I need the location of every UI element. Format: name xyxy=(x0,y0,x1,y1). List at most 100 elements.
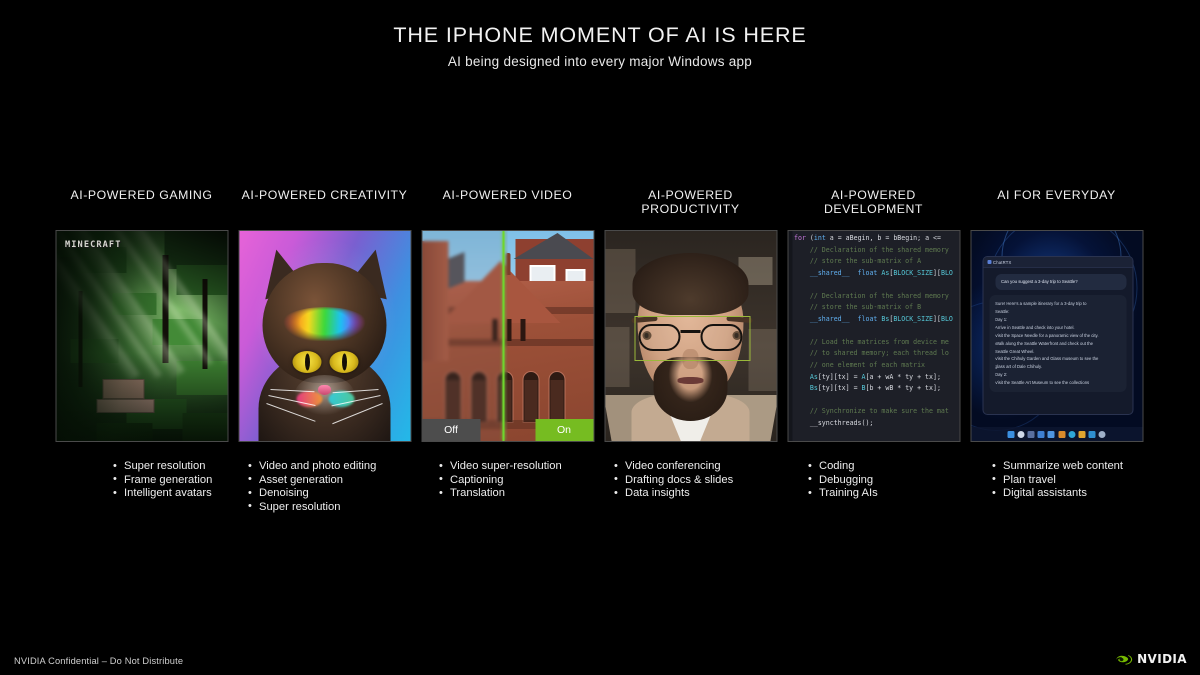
chat-window[interactable]: ChatRTX Can you suggest a 3-day trip to … xyxy=(982,256,1133,415)
title-block: THE IPHONE MOMENT OF AI IS HERE AI being… xyxy=(0,22,1200,69)
list-item: Coding xyxy=(808,460,998,474)
list-item: Translation xyxy=(439,487,639,501)
chat-line: Day 2: xyxy=(995,372,1008,378)
settings-icon xyxy=(1098,430,1106,438)
windows-desktop: ChatRTX Can you suggest a 3-day trip to … xyxy=(971,231,1142,441)
folder-icon xyxy=(1058,430,1066,438)
list-item: Data insights xyxy=(614,487,814,501)
cat-head xyxy=(262,263,387,425)
list-item: Training AIs xyxy=(808,487,998,501)
list-item: Video and photo editing xyxy=(248,460,448,474)
chat-line: Sure! Here's a sample itinerary for a 3-… xyxy=(995,301,1087,307)
slide-canvas: THE IPHONE MOMENT OF AI IS HERE AI being… xyxy=(0,0,1200,675)
list-item: Video super-resolution xyxy=(439,460,639,474)
chat-app-icon xyxy=(987,260,991,264)
hair xyxy=(632,253,749,315)
column-heading-everyday: AI FOR EVERYDAY xyxy=(997,188,1116,202)
cat-eye-left xyxy=(292,351,322,373)
bullet-list-productivity: Video conferencing Drafting docs & slide… xyxy=(614,460,814,501)
column-creativity: AI-POWERED CREATIVITY • Video and photo … xyxy=(234,188,415,513)
task-view-icon xyxy=(1027,430,1035,438)
nvidia-eye-icon xyxy=(1116,654,1133,665)
page-subtitle: AI being designed into every major Windo… xyxy=(447,53,753,69)
search-icon xyxy=(1017,430,1025,438)
thumbnail-video-comparison[interactable]: Off On xyxy=(421,230,594,442)
list-item: Video conferencing xyxy=(614,460,814,474)
column-heading-creativity: AI-POWERED CREATIVITY xyxy=(241,188,408,202)
list-item: Debugging xyxy=(808,473,998,488)
background-house-roof xyxy=(513,233,593,259)
nvidia-wordmark: NVIDIA xyxy=(1137,652,1187,666)
chat-line: Seattle Great Wheel. xyxy=(995,348,1035,354)
editor-gutter xyxy=(788,231,792,441)
start-icon xyxy=(1007,430,1015,438)
column-heading-line-1: AI-POWERED xyxy=(648,188,733,202)
cat-pupil-left xyxy=(304,353,310,371)
column-productivity: AI-POWERED PRODUCTIVITY • Video conferen… xyxy=(600,188,781,500)
chat-assistant-message: Sure! Here's a sample itinerary for a 3-… xyxy=(989,295,1126,392)
list-item: Digital assistants xyxy=(992,487,1192,501)
page-title: THE IPHONE MOMENT OF AI IS HERE xyxy=(393,23,807,47)
bullet-list-everyday: Summarize web content Plan travel Digita… xyxy=(992,460,1192,501)
chat-app-taskbar-icon xyxy=(1088,430,1096,438)
column-heading-development: AI-POWERED DEVELOPMENT xyxy=(783,188,964,217)
column-heading-video: AI-POWERED VIDEO xyxy=(442,188,573,202)
low-res-half-overlay xyxy=(422,231,508,441)
column-heading-productivity: AI-POWERED PRODUCTIVITY xyxy=(600,188,781,217)
bullet-list-creativity: Video and photo editing Asset generation… xyxy=(248,460,448,514)
thumbnail-cat[interactable] xyxy=(238,230,411,442)
chat-window-title: ChatRTX xyxy=(993,259,1012,265)
code-block: for (int a = aBegin, b = bBegin; a <= //… xyxy=(794,234,953,427)
list-item: Summarize web content xyxy=(992,460,1192,474)
edge-icon xyxy=(1068,430,1076,438)
chat-user-message: Can you suggest a 3-day trip to Seattle? xyxy=(995,274,1126,291)
column-heading-line-2: PRODUCTIVITY xyxy=(641,202,740,217)
toggle-label-off[interactable]: Off xyxy=(422,419,480,441)
columns-row: AI-POWERED GAMING MINECRAFT • Super reso… xyxy=(0,188,1200,548)
chat-titlebar[interactable]: ChatRTX xyxy=(983,257,1132,268)
column-video: AI-POWERED VIDEO Off On • Video super-re… xyxy=(417,188,598,500)
column-heading-line-2: DEVELOPMENT xyxy=(824,202,923,217)
cat-pupil-right xyxy=(341,353,347,371)
list-item: Super resolution xyxy=(248,500,448,515)
column-gaming: AI-POWERED GAMING MINECRAFT • Super reso… xyxy=(51,188,232,500)
column-heading-line-1: AI-POWERED xyxy=(831,188,916,202)
cat-eye-right xyxy=(329,351,359,373)
confidentiality-note: NVIDIA Confidential – Do Not Distribute xyxy=(14,656,184,666)
list-item: Drafting docs & slides xyxy=(614,473,814,488)
thumbnail-windows-chat[interactable]: ChatRTX Can you suggest a 3-day trip to … xyxy=(970,230,1143,442)
cat-rainbow-fur xyxy=(280,307,369,341)
chat-line: Arrive in Seattle and check into your ho… xyxy=(995,325,1075,331)
code-editor[interactable]: for (int a = aBegin, b = bBegin; a <= //… xyxy=(788,231,959,441)
chat-line: Walk along the Seattle Waterfront and ch… xyxy=(995,340,1093,346)
comparison-divider[interactable] xyxy=(502,231,504,441)
minecraft-scene: MINECRAFT xyxy=(56,231,227,441)
eye-tracking-box xyxy=(634,316,750,361)
bullet-list-development: Coding Debugging Training AIs xyxy=(808,460,998,501)
thumbnail-minecraft[interactable]: MINECRAFT xyxy=(55,230,228,442)
minecraft-logo: MINECRAFT xyxy=(65,240,122,250)
chat-line: Visit the Seattle Art Museum to see the … xyxy=(995,380,1090,386)
chat-line: Visit the Chihuly Garden and Glass museu… xyxy=(995,356,1099,362)
thumbnail-code-editor[interactable]: for (int a = aBegin, b = bBegin; a <= //… xyxy=(787,230,960,442)
column-everyday: AI FOR EVERYDAY ChatRTX Can you suggest … xyxy=(966,188,1147,500)
chat-line: Seattle: xyxy=(995,309,1010,315)
list-item: Plan travel xyxy=(992,473,1192,488)
store-icon xyxy=(1078,430,1086,438)
column-development: AI-POWERED DEVELOPMENT for (int a = aBeg… xyxy=(783,188,964,500)
chat-line: Visit the Space Needle for a panoramic v… xyxy=(995,332,1099,338)
list-item: Captioning xyxy=(439,473,639,488)
thumbnail-video-call[interactable] xyxy=(604,230,777,442)
list-item: Denoising xyxy=(248,487,448,501)
nvidia-logo: NVIDIA xyxy=(1116,652,1187,666)
minecraft-vignette xyxy=(56,231,227,441)
explorer-icon xyxy=(1047,430,1055,438)
list-item: Asset generation xyxy=(248,473,448,488)
chat-line: Day 1: xyxy=(995,317,1008,323)
column-heading-gaming: AI-POWERED GAMING xyxy=(70,188,213,202)
windows-taskbar[interactable] xyxy=(971,427,1142,441)
bullet-list-video: Video super-resolution Captioning Transl… xyxy=(439,460,639,501)
chat-line: glass art of Dale Chihuly. xyxy=(995,364,1042,370)
mouth xyxy=(677,377,704,384)
toggle-label-on[interactable]: On xyxy=(535,419,593,441)
